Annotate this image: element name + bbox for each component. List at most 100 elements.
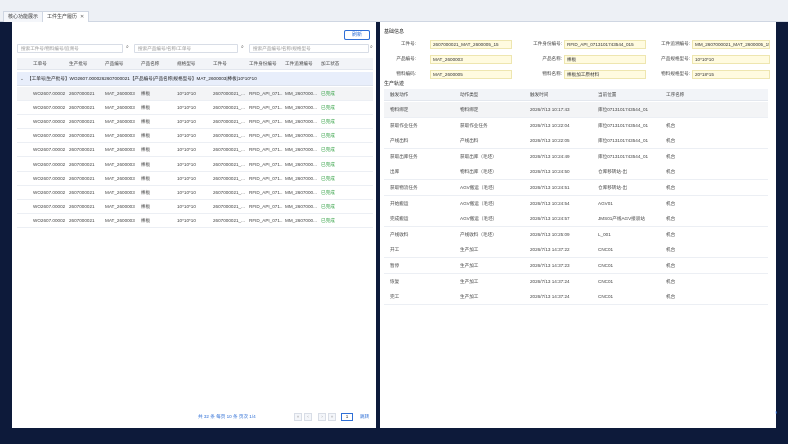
track-row[interactable]: 恢复 生产加工 2026/7/13 14:37:24 CNC01 机台 (384, 273, 768, 290)
cell-workorder: WO2607.00002 (33, 217, 66, 223)
cell-process: 机台 (666, 138, 676, 144)
refresh-button[interactable]: 刷新 (344, 30, 370, 40)
cell-action: 物料绑定 (390, 107, 409, 112)
cell-time: 2026/7/13 10:22:04 (530, 122, 570, 128)
tab-core-features[interactable]: 核心功能展示 (3, 11, 44, 22)
caret-down-icon[interactable]: ⌄ (20, 72, 24, 85)
search-input-product[interactable]: 搜索产品编号/名称/工单号 (134, 44, 238, 53)
track-row[interactable]: 物料绑定 物料绑定 2026/7/13 10:17:43 库位07131017435​… (384, 102, 768, 118)
cell-time: 2026/7/13 10:24:57 (530, 216, 570, 222)
col-spec[interactable]: 规格型号 (177, 58, 195, 70)
cell-product-name: 棒板 (141, 119, 151, 125)
col-location[interactable]: 当前位置 (598, 89, 616, 101)
group-label: 【工单号|生产批号】WO2607.0000262607000021【产品编号|产… (27, 76, 257, 81)
cell-action-type: 产线出料 (460, 138, 479, 144)
col-process[interactable]: 工序名称 (666, 89, 684, 101)
magnifier-icon[interactable]: ⌕ (126, 44, 129, 50)
table-row[interactable]: WO2607.00002 2607000021 MAT_2600003 棒板 10*10… (17, 199, 373, 214)
field-label: 产品编号: (396, 56, 416, 61)
col-batch[interactable]: 生产批号 (69, 58, 87, 70)
cell-spec: 10*10*10 (177, 147, 196, 153)
cell-product-code: MAT_2600003 (105, 203, 135, 209)
cell-location: CNC01 (598, 278, 614, 284)
cell-time: 2026/7/13 14:37:22 (530, 247, 570, 253)
cell-action: 产线出料 (390, 138, 409, 144)
last-page-button[interactable]: » (328, 413, 336, 421)
col-status[interactable]: 加工状态 (321, 58, 339, 70)
cell-process: 机台 (666, 169, 676, 175)
table-row[interactable]: WO2607.00002 2607000021 MAT_2600003 棒板 10*10… (17, 87, 373, 101)
cell-time: 2026/7/13 14:37:23 (530, 263, 570, 268)
cell-time: 2026/7/13 10:24:50 (530, 169, 570, 175)
track-row[interactable]: 获取出库任务 获取出库（毛坯） 2026/7/13 10:24:49 库位071310… (384, 148, 768, 165)
col-piece[interactable]: 工件号 (213, 58, 227, 70)
cell-trace: MM_2607000... (285, 161, 317, 167)
cell-spec: 10*10*10 (177, 203, 196, 209)
search-input-spec[interactable]: 搜索产品编号/名称/规格型号 (249, 44, 369, 53)
cell-action: 完工 (390, 294, 400, 300)
cell-action: 获取出库任务 (390, 153, 418, 159)
magnifier-icon[interactable]: ⌕ (241, 44, 244, 50)
track-row[interactable]: 出库 物料出库（毛坯） 2026/7/13 10:24:50 仓库移转站-出 机台 (384, 164, 768, 181)
cell-action: 获取物流任务 (390, 185, 418, 190)
col-workorder[interactable]: 工单号 (33, 58, 47, 70)
track-row[interactable]: 完成搬运 AGV搬运（毛坯） 2026/7/13 10:24:57 JMS01产线AG… (384, 211, 768, 228)
table-row[interactable]: WO2607.00002 2607000021 MAT_2600003 棒板 10*10… (17, 101, 373, 116)
prev-page-button[interactable]: ‹ (304, 413, 312, 421)
cell-product-name: 棒板 (141, 203, 151, 209)
table-row[interactable]: WO2607.00002 2607000021 MAT_2600003 棒板 10*10… (17, 157, 373, 172)
track-row[interactable]: 开始搬运 AGV搬运（毛坯） 2026/7/13 10:24:54 AGV01 机台 (384, 195, 768, 212)
track-row[interactable]: 获取作业任务 获取作业任务 2026/7/13 10:22:04 库位07131017… (384, 117, 768, 134)
cell-product-code: MAT_2600003 (105, 175, 135, 181)
col-trace[interactable]: 工件追溯编号 (285, 58, 313, 70)
col-time[interactable]: 触发时间 (530, 89, 548, 101)
page-number-input[interactable]: 1 (341, 413, 353, 421)
table-row[interactable]: WO2607.00002 2607000021 MAT_2600003 棒板 10*10… (17, 115, 373, 130)
table-row[interactable]: WO2607.00002 2607000021 MAT_2600003 棒板 10*10… (17, 171, 373, 186)
track-row[interactable]: 获取物流任务 AGV搬运（毛坯） 2026/7/13 10:24:51 仓库移转站-出… (384, 180, 768, 196)
col-product-code[interactable]: 产品编号 (105, 58, 123, 70)
cell-location: CNC01 (598, 263, 614, 268)
cell-status: 已完成 (321, 133, 335, 139)
col-action-type[interactable]: 动作类型 (460, 89, 478, 101)
group-row[interactable]: ⌄ 【工单号|生产批号】WO2607.0000262607000021【产品编号… (17, 72, 373, 86)
cell-trace: MM_2607000... (285, 119, 317, 125)
tab-label: 核心功能展示 (8, 14, 39, 20)
table-row[interactable]: WO2607.00002 2607000021 MAT_2600003 棒板 10*10… (17, 143, 373, 158)
cell-time: 2026/7/13 10:24:51 (530, 185, 570, 190)
magnifier-icon[interactable]: ⌕ (370, 44, 373, 50)
close-icon[interactable]: ✕ (80, 14, 84, 20)
cell-location: 库位07131017435​44_01 (598, 153, 649, 159)
table-row[interactable]: WO2607.00002 2607000021 MAT_2600003 棒板 10*10… (17, 129, 373, 144)
col-rfid[interactable]: 工件身份编号 (249, 58, 277, 70)
track-row[interactable]: 开工 生产加工 2026/7/13 14:37:22 CNC01 机台 (384, 242, 768, 259)
cell-product-name: 棒板 (141, 91, 151, 96)
track-row[interactable]: 产线出料 产线出料 2026/7/13 10:22:05 库位07131017435​… (384, 133, 768, 150)
jump-button[interactable]: 跳转 (360, 412, 369, 422)
cell-status: 已完成 (321, 217, 335, 223)
cell-product-name: 棒板 (141, 133, 151, 139)
cell-piece: 2607000021_... (213, 175, 245, 181)
col-product-name[interactable]: 产品名称 (141, 58, 159, 70)
track-table-header: 触发动作 动作类型 触发时间 当前位置 工序名称 (384, 89, 768, 101)
next-page-button[interactable]: › (318, 413, 326, 421)
cell-batch: 2607000021 (69, 119, 95, 125)
search-input-workorder[interactable]: 搜索工件号/物料编号/追溯号 (17, 44, 123, 53)
track-row[interactable]: 产线收料 产线收料（毛坯） 2026/7/13 10:25:09 L_001 机台 (384, 226, 768, 243)
cell-process: 机台 (666, 278, 676, 284)
track-row[interactable]: 暂停 生产加工 2026/7/13 14:37:23 CNC01 机台 (384, 258, 768, 274)
tab-workpiece-history[interactable]: 工件生产履历 ✕ (42, 11, 90, 22)
cell-batch: 2607000021 (69, 105, 95, 111)
cell-time: 2026/7/13 10:22:05 (530, 138, 570, 144)
cell-status: 已完成 (321, 175, 335, 181)
tab-label: 工件生产履历 (47, 14, 78, 20)
track-row[interactable]: 完工 生产加工 2026/7/13 14:37:24 CNC01 机台 (384, 289, 768, 306)
field-value: 20*18*15 (692, 70, 770, 79)
cell-location: 库位07131017435​44_01 (598, 122, 649, 128)
table-row[interactable]: WO2607.00002 2607000021 MAT_2600003 棒板 10*10… (17, 185, 373, 200)
first-page-button[interactable]: « (294, 413, 302, 421)
cell-trace: MM_2607000... (285, 189, 317, 195)
field-label: 物料规格型号: (661, 71, 690, 76)
col-action[interactable]: 触发动作 (390, 89, 408, 101)
table-row[interactable]: WO2607.00002 2607000021 MAT_2600003 棒板 10*10… (17, 213, 373, 228)
